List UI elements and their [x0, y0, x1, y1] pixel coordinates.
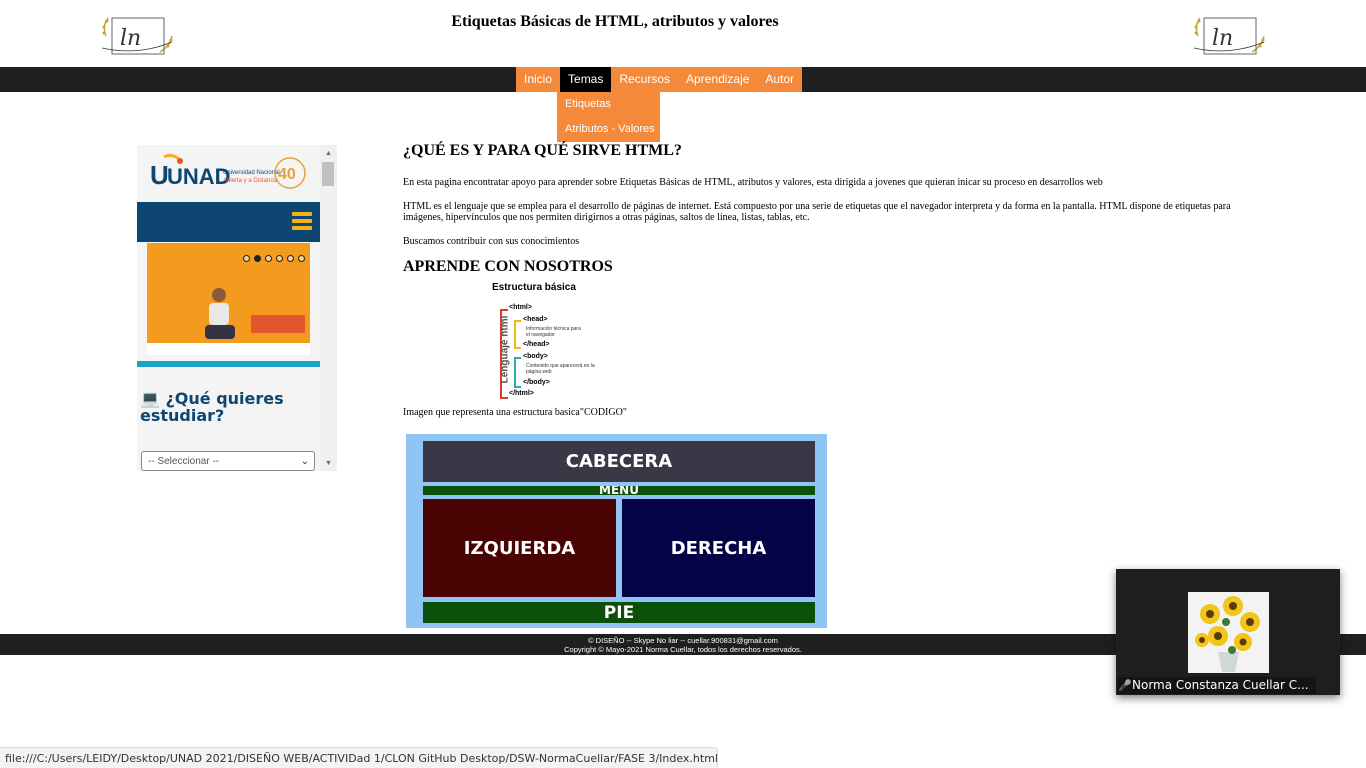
- page-title: Etiquetas Básicas de HTML, atributos y v…: [451, 13, 779, 30]
- tag-body-open: <body>: [523, 353, 548, 360]
- unad-header-bar: [137, 202, 320, 242]
- nav-item-inicio[interactable]: Inicio: [516, 67, 561, 92]
- program-select[interactable]: -- Seleccionar -- ⌄: [141, 451, 315, 471]
- layout-izquierda: IZQUIERDA: [423, 499, 616, 597]
- svg-text:UNAD: UNAD: [167, 164, 231, 189]
- structure-title: Estructura básica: [492, 282, 576, 293]
- nav-item-aprendizaje[interactable]: Aprendizaje: [678, 67, 758, 92]
- dropdown-item-atributos-valores[interactable]: Atributos - Valores: [557, 117, 660, 142]
- structure-image-caption: Imagen que representa una estructura bas…: [403, 407, 627, 418]
- intro-paragraph: En esta pagina encontratar apoyo para ap…: [403, 177, 1103, 188]
- tag-html-open: <html>: [509, 304, 532, 311]
- browser-status-url: file:///C:/Users/LEIDY/Desktop/UNAD 2021…: [0, 747, 718, 768]
- html-structure-image: Estructura básica Lenguaje html <html> <…: [478, 282, 608, 400]
- participant-avatar: [1188, 592, 1269, 673]
- nav-item-autor[interactable]: Autor: [757, 67, 803, 92]
- hamburger-menu-icon[interactable]: [292, 212, 312, 233]
- dropdown-item-etiquetas[interactable]: Etiquetas: [557, 92, 660, 117]
- tag-html-close: </html>: [509, 390, 534, 397]
- tag-head-close: </head>: [523, 341, 550, 348]
- body-description: Contenido que aparecerá en la página web: [526, 363, 595, 375]
- layout-derecha: DERECHA: [622, 499, 815, 597]
- unad-embedded-frame[interactable]: U UNAD Universidad Nacional Abierta y a …: [137, 145, 337, 471]
- chevron-down-icon: ⌄: [300, 456, 309, 467]
- nav-item-temas[interactable]: Temas: [560, 67, 612, 92]
- participant-name-label: 🎤Norma Constanza Cuellar C...: [1118, 677, 1316, 694]
- mic-muted-icon: 🎤: [1118, 679, 1132, 692]
- main-navbar: Inicio Temas Recursos Aprendizaje Autor: [0, 67, 1366, 92]
- section-heading-learn: APRENDE CON NOSOTROS: [403, 258, 613, 275]
- contribution-paragraph: Buscamos contribuir con sus conocimiento…: [403, 236, 580, 247]
- person-illustration: [205, 288, 235, 339]
- svg-text:40: 40: [278, 166, 296, 183]
- sidebar-divider: [137, 361, 320, 367]
- layout-cabecera: CABECERA: [423, 441, 815, 482]
- page-layout-image: CABECERA MENÚ IZQUIERDA DERECHA PIE: [406, 434, 827, 628]
- frame-scrollbar[interactable]: ▲ ▼: [320, 145, 337, 471]
- scroll-up-icon[interactable]: ▲: [320, 145, 337, 161]
- promo-banner[interactable]: [147, 243, 310, 355]
- layout-menu: MENÚ: [423, 486, 815, 495]
- svg-text:Universidad Nacional: Universidad Nacional: [223, 170, 280, 176]
- video-call-tile[interactable]: 🎤Norma Constanza Cuellar C...: [1116, 569, 1340, 695]
- layout-pie: PIE: [423, 602, 815, 623]
- temas-dropdown: Etiquetas Atributos - Valores: [557, 92, 660, 142]
- section-heading-what-is-html: ¿QUÉ ES Y PARA QUÉ SIRVE HTML?: [403, 142, 682, 159]
- banner-date-box: [251, 315, 305, 333]
- nav-item-recursos[interactable]: Recursos: [611, 67, 679, 92]
- scroll-down-icon[interactable]: ▼: [320, 455, 337, 471]
- nav-menu: Inicio Temas Recursos Aprendizaje Autor: [516, 67, 803, 92]
- banner-text-block: [155, 253, 275, 258]
- scroll-thumb[interactable]: [322, 162, 334, 186]
- html-description-paragraph: HTML es el lenguaje que se emplea para e…: [403, 201, 1231, 223]
- unad-logo: U UNAD Universidad Nacional Abierta y a …: [149, 153, 314, 193]
- head-description: Información técnica para el navegador: [526, 326, 581, 338]
- tag-head-open: <head>: [523, 316, 548, 323]
- svg-text:Abierta y a Distancia: Abierta y a Distancia: [223, 178, 279, 184]
- study-question-heading: 💻 ¿Qué quieres estudiar?: [140, 389, 284, 425]
- banner-footer-logos: [147, 343, 310, 355]
- svg-text:U: U: [150, 160, 169, 190]
- tag-body-close: </body>: [523, 379, 550, 386]
